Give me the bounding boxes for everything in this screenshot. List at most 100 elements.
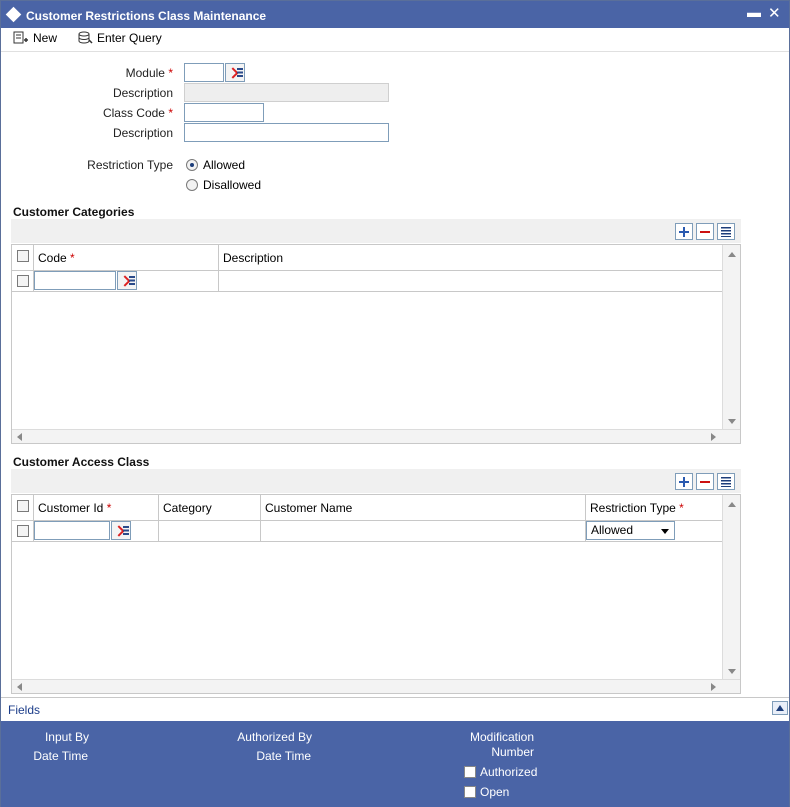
single-view-icon[interactable] xyxy=(717,223,735,240)
enter-query-label: Enter Query xyxy=(97,31,162,45)
row-checkbox[interactable] xyxy=(17,525,29,537)
fields-link[interactable]: Fields xyxy=(8,703,40,717)
close-icon[interactable]: ✕ xyxy=(768,4,781,22)
horizontal-scrollbar[interactable] xyxy=(12,429,740,443)
required-marker: * xyxy=(70,251,75,265)
single-view-icon[interactable] xyxy=(717,473,735,490)
radio-allowed[interactable]: Allowed xyxy=(186,158,245,172)
scroll-down-icon[interactable] xyxy=(728,419,736,424)
date-time-label-2: Date Time xyxy=(256,749,311,763)
row-select-cell xyxy=(12,271,34,292)
radio-allowed-label: Allowed xyxy=(203,158,246,172)
column-header-restriction-type-text: Restriction Type xyxy=(590,501,676,515)
code-cell xyxy=(34,271,219,292)
customer-categories-toolbar xyxy=(11,219,741,243)
restriction-type-select[interactable]: Allowed xyxy=(586,521,675,540)
scroll-left-icon[interactable] xyxy=(17,433,22,441)
module-lov-button[interactable] xyxy=(225,63,245,82)
grid-header: Customer Id * Category Customer Name Res… xyxy=(12,495,722,521)
scroll-up-icon[interactable] xyxy=(728,502,736,507)
customer-name-cell xyxy=(261,521,586,542)
main-window: Customer Restrictions Class Maintenance … xyxy=(0,0,790,807)
chevron-down-icon xyxy=(661,529,669,534)
row-checkbox[interactable] xyxy=(17,275,29,287)
column-header-description: Description xyxy=(223,251,284,265)
column-header-customer-name: Customer Name xyxy=(261,495,586,521)
radio-disallowed-icon xyxy=(186,179,198,191)
class-code-input[interactable] xyxy=(184,103,264,122)
open-checkbox[interactable]: Open xyxy=(464,785,509,799)
column-header-restriction-type: Restriction Type * xyxy=(586,495,722,521)
collapse-up-icon[interactable] xyxy=(772,701,788,715)
horizontal-scrollbar[interactable] xyxy=(12,679,740,693)
column-header-customer-id-text: Customer Id xyxy=(38,501,104,515)
select-all-checkbox[interactable] xyxy=(17,250,29,262)
vertical-scrollbar[interactable] xyxy=(722,495,740,679)
authorized-checkbox-box xyxy=(464,766,476,778)
new-button[interactable]: New xyxy=(13,31,57,45)
open-label: Open xyxy=(480,785,510,799)
new-document-icon xyxy=(13,31,29,45)
class-description-input[interactable] xyxy=(184,123,389,142)
row-select-cell xyxy=(12,521,34,542)
module-description-field xyxy=(184,83,389,102)
scroll-right-icon[interactable] xyxy=(711,683,716,691)
restriction-type-select-value: Allowed xyxy=(591,523,634,537)
code-lov-button[interactable] xyxy=(117,271,137,290)
required-marker: * xyxy=(168,66,173,80)
add-row-icon[interactable] xyxy=(675,473,693,490)
lov-list-icon xyxy=(237,68,243,77)
radio-allowed-icon xyxy=(186,159,198,171)
delete-row-icon[interactable] xyxy=(696,473,714,490)
module-label-text: Module xyxy=(125,66,165,80)
customer-categories-grid: Code * Description xyxy=(11,244,741,444)
authorized-checkbox[interactable]: Authorized xyxy=(464,765,537,779)
lov-list-icon xyxy=(129,276,135,285)
table-row xyxy=(12,271,722,292)
modification-label: Modification xyxy=(469,730,534,744)
restriction-type-label: Restriction Type xyxy=(87,158,173,172)
new-button-label: New xyxy=(33,31,58,45)
customer-id-cell xyxy=(34,521,159,542)
module-input[interactable] xyxy=(184,63,224,82)
toolbar: New Enter Query xyxy=(1,28,789,52)
enter-query-button[interactable]: Enter Query xyxy=(77,31,162,45)
scroll-right-icon[interactable] xyxy=(711,433,716,441)
table-row: Allowed xyxy=(12,521,722,542)
radio-disallowed[interactable]: Disallowed xyxy=(186,178,261,192)
app-diamond-icon xyxy=(5,6,22,23)
class-code-label-text: Class Code xyxy=(102,106,165,120)
delete-row-icon[interactable] xyxy=(696,223,714,240)
fields-bar: Fields xyxy=(1,697,789,721)
column-header-code: Code * xyxy=(34,245,219,271)
vertical-scrollbar[interactable] xyxy=(722,245,740,429)
column-header-code-text: Code xyxy=(38,251,67,265)
grid-header: Code * Description xyxy=(12,245,722,271)
title-bar: Customer Restrictions Class Maintenance … xyxy=(1,1,789,28)
customer-id-input[interactable] xyxy=(34,521,110,540)
customer-access-class-toolbar xyxy=(11,469,741,493)
required-marker: * xyxy=(679,501,684,515)
column-header-category: Category xyxy=(159,495,261,521)
select-all-cell xyxy=(12,495,34,521)
authorized-label: Authorized xyxy=(480,765,538,779)
customer-id-lov-button[interactable] xyxy=(111,521,131,540)
scroll-up-icon[interactable] xyxy=(728,252,736,257)
customer-categories-title: Customer Categories xyxy=(13,205,135,219)
select-all-cell xyxy=(12,245,34,271)
radio-disallowed-label: Disallowed xyxy=(203,178,262,192)
scroll-left-icon[interactable] xyxy=(17,683,22,691)
database-query-icon xyxy=(77,31,93,45)
add-row-icon[interactable] xyxy=(675,223,693,240)
code-input[interactable] xyxy=(34,271,116,290)
audit-footer: Input By Date Time Authorized By Date Ti… xyxy=(1,721,789,807)
description-cell xyxy=(219,271,722,292)
authorized-by-label: Authorized By xyxy=(237,730,312,744)
column-header-customer-id: Customer Id * xyxy=(34,495,159,521)
scroll-down-icon[interactable] xyxy=(728,669,736,674)
minimize-icon[interactable]: ▬ xyxy=(747,4,761,20)
required-marker: * xyxy=(106,501,112,515)
required-marker: * xyxy=(168,106,173,120)
restriction-type-cell: Allowed xyxy=(586,521,722,542)
select-all-checkbox[interactable] xyxy=(17,500,29,512)
